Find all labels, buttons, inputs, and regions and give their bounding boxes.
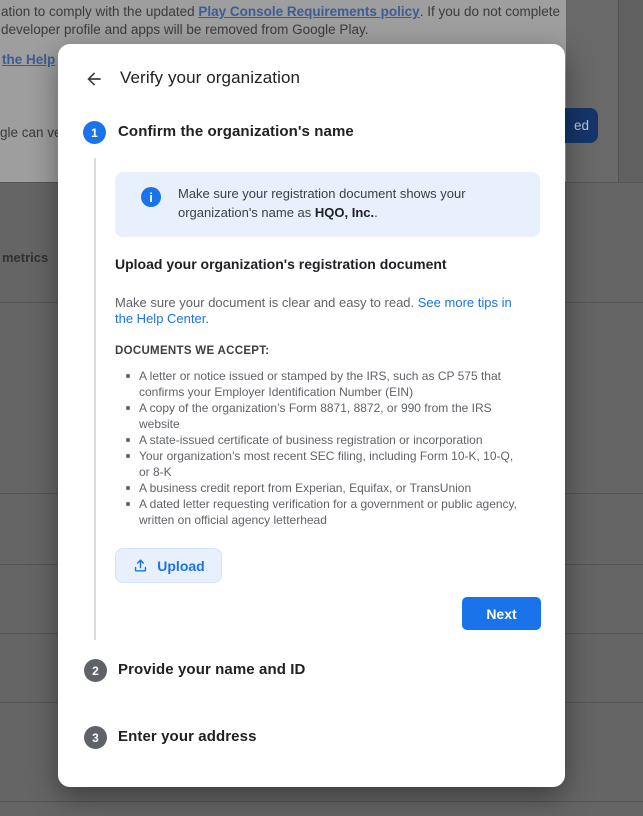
document-tip-text: Make sure your document is clear and eas… (115, 295, 527, 327)
background-notice-line1: ation to comply with the updated Play Co… (1, 3, 560, 21)
accepted-document-item: A dated letter requesting verification f… (122, 496, 522, 528)
info-banner: i Make sure your registration document s… (115, 172, 540, 237)
accepted-document-item: Your organization’s most recent SEC fili… (122, 448, 522, 480)
requirements-policy-link[interactable]: Play Console Requirements policy (198, 4, 419, 19)
tip-text-segment: Make sure your document is clear and eas… (115, 295, 418, 310)
background-metrics-label: metrics (2, 250, 48, 265)
divider (0, 801, 643, 802)
upload-section-heading: Upload your organization's registration … (115, 256, 447, 272)
next-button-label: Next (486, 606, 516, 622)
verify-organization-dialog: Verify your organization 1 Confirm the o… (58, 44, 565, 787)
help-center-link[interactable]: the Help (2, 51, 55, 69)
upload-button-label: Upload (157, 558, 204, 574)
info-icon: i (141, 187, 161, 207)
documents-accept-heading: DOCUMENTS WE ACCEPT: (115, 345, 269, 357)
next-button[interactable]: Next (462, 597, 541, 630)
step-1-indicator: 1 (83, 121, 106, 144)
dialog-header: Verify your organization (58, 66, 565, 92)
step-3-label: Enter your address (118, 728, 257, 745)
notice-text: ation to comply with the updated (1, 4, 198, 19)
step-number: 3 (92, 731, 99, 745)
step-2-indicator: 2 (84, 659, 107, 682)
background-card-edge (618, 0, 643, 182)
upload-button[interactable]: Upload (115, 548, 222, 583)
background-primary-button-label: ed (574, 118, 589, 133)
step-1-label: Confirm the organization's name (118, 123, 354, 140)
accepted-document-item: A letter or notice issued or stamped by … (122, 368, 522, 400)
upload-icon (132, 557, 149, 574)
accepted-documents-list: A letter or notice issued or stamped by … (122, 368, 522, 528)
organization-name: HQO, Inc. (315, 205, 374, 220)
step-2-label: Provide your name and ID (118, 661, 305, 678)
accepted-document-item: A state-issued certificate of business r… (122, 432, 522, 448)
stepper-connector-line (94, 158, 96, 640)
notice-text: . If you do not complete (420, 4, 560, 19)
accepted-document-item: A copy of the organization’s Form 8871, … (122, 400, 522, 432)
background-notice-line2: developer profile and apps will be remov… (1, 21, 368, 39)
arrow-left-icon (84, 69, 104, 89)
step-number: 1 (91, 126, 98, 140)
screen: ation to comply with the updated Play Co… (0, 0, 643, 816)
background-verify-text: gle can ve (0, 124, 62, 142)
step-3-indicator: 3 (84, 726, 107, 749)
accepted-document-item: A business credit report from Experian, … (122, 480, 522, 496)
back-button[interactable] (82, 67, 106, 91)
dialog-title: Verify your organization (120, 68, 300, 88)
info-text-segment: . (374, 205, 378, 220)
step-number: 2 (92, 664, 99, 678)
info-banner-text: Make sure your registration document sho… (178, 185, 528, 222)
